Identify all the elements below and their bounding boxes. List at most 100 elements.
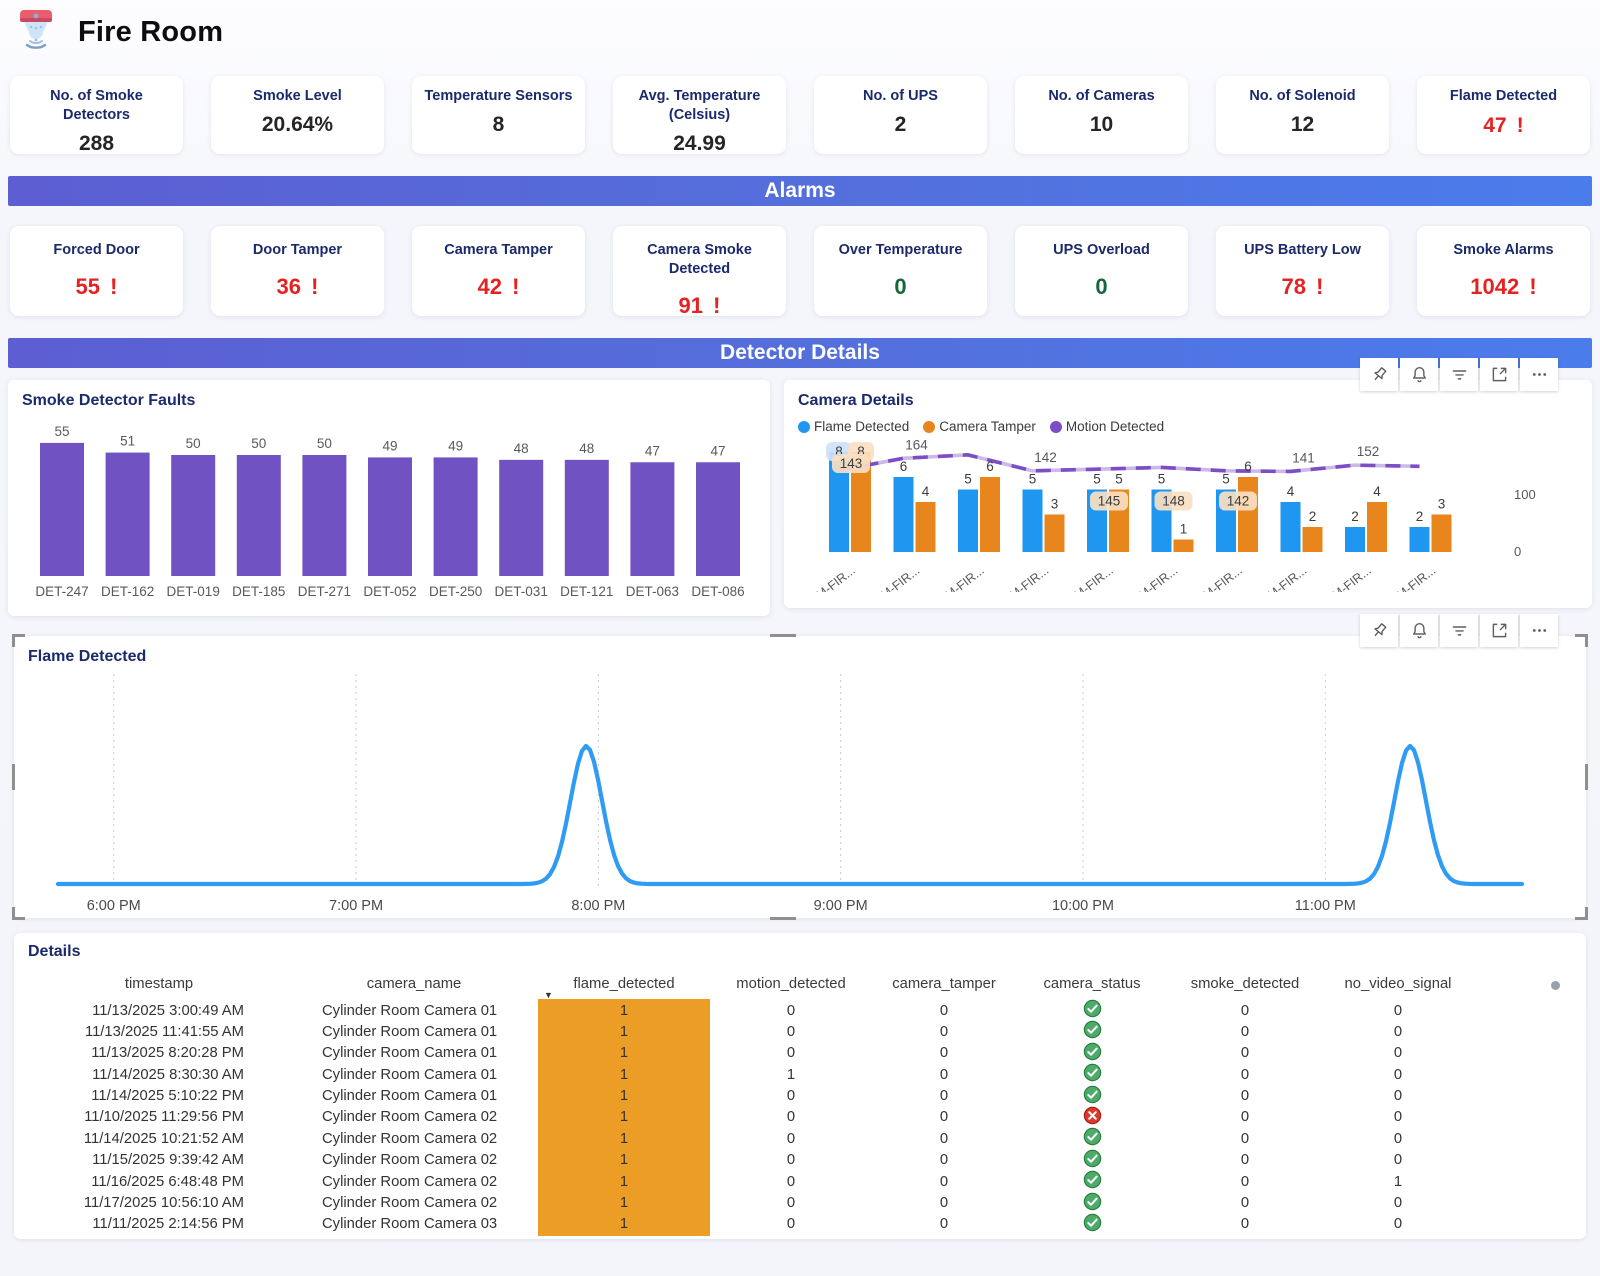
smoke-bar-DET-271[interactable]	[302, 455, 346, 576]
resize-handle[interactable]	[1585, 764, 1588, 790]
flame-detected-cell: 1	[538, 1085, 710, 1108]
tamper-bar[interactable]	[1045, 515, 1065, 553]
tamper-bar[interactable]	[1303, 527, 1323, 552]
alarm-card-2[interactable]: Camera Tamper42!	[412, 226, 585, 316]
resize-handle[interactable]	[12, 764, 15, 790]
table-row[interactable]: 11/16/2025 6:48:48 PMCylinder Room Camer…	[28, 1170, 1572, 1191]
resize-handle[interactable]	[1575, 907, 1588, 920]
smoke-bar-DET-162[interactable]	[106, 453, 150, 576]
camera-status-cell	[1016, 1149, 1168, 1172]
flame-line-chart: 6:00 PM7:00 PM8:00 PM9:00 PM10:00 PM11:0…	[28, 666, 1544, 914]
details-table-panel[interactable]: Details timestampcamera_nameflame_detect…	[14, 933, 1586, 1239]
column-header-camera_status[interactable]: camera_status	[1016, 976, 1168, 992]
smoke_detected-cell: 0	[1168, 1216, 1322, 1232]
alerts-button[interactable]	[1400, 614, 1438, 647]
kpi-card-3[interactable]: Avg. Temperature (Celsius)24.99	[613, 76, 786, 154]
x-axis-tick: 8:00 PM	[571, 898, 625, 914]
flame-bar[interactable]	[1410, 527, 1430, 552]
column-header-timestamp[interactable]: timestamp	[28, 976, 290, 992]
table-row[interactable]: 11/14/2025 8:30:30 AMCylinder Room Camer…	[28, 1063, 1572, 1084]
alarm-value: 0	[814, 274, 987, 300]
kpi-card-4[interactable]: No. of UPS2	[814, 76, 987, 154]
flame-bar-label: 6	[900, 459, 908, 474]
smoke-bar-DET-019[interactable]	[171, 455, 215, 576]
alarm-card-6[interactable]: UPS Battery Low78!	[1216, 226, 1389, 316]
tamper-bar[interactable]	[1432, 515, 1452, 553]
flame-bar[interactable]	[1023, 490, 1043, 553]
table-row[interactable]: 11/13/2025 11:41:55 AMCylinder Room Came…	[28, 1020, 1572, 1041]
focus-mode-button[interactable]	[1480, 614, 1518, 647]
pin-button[interactable]	[1360, 358, 1398, 391]
resize-handle[interactable]	[770, 917, 796, 920]
kpi-card-2[interactable]: Temperature Sensors8	[412, 76, 585, 154]
resize-handle[interactable]	[12, 907, 25, 920]
table-row[interactable]: 11/10/2025 11:29:56 PMCylinder Room Came…	[28, 1106, 1572, 1127]
resize-handle[interactable]	[1575, 634, 1588, 647]
alerts-button[interactable]	[1400, 358, 1438, 391]
column-header-smoke_detected[interactable]: smoke_detected	[1168, 976, 1322, 992]
column-header-camera_name[interactable]: camera_name	[290, 976, 538, 992]
smoke-bar-DET-086[interactable]	[696, 462, 740, 576]
flame-detected-chart[interactable]: Flame Detected 6:00 PM7:00 PM8:00 PM9:00…	[14, 636, 1586, 918]
alarm-card-7[interactable]: Smoke Alarms1042!	[1417, 226, 1590, 316]
column-header-flame_detected[interactable]: flame_detected▼	[538, 976, 710, 992]
tamper-bar[interactable]	[1174, 540, 1194, 553]
smoke-bar-DET-185[interactable]	[237, 455, 281, 576]
camera_name-cell: Cylinder Room Camera 02	[290, 1195, 538, 1211]
tamper-bar[interactable]	[980, 477, 1000, 552]
table-row[interactable]: 11/11/2025 2:14:56 PMCylinder Room Camer…	[28, 1213, 1572, 1234]
smoke-bar-DET-247[interactable]	[40, 443, 84, 576]
flame-bar[interactable]	[958, 490, 978, 553]
kpi-card-0[interactable]: No. of Smoke Detectors288	[10, 76, 183, 154]
flame-bar[interactable]	[1345, 527, 1365, 552]
resize-handle[interactable]	[12, 634, 25, 647]
filter-button[interactable]	[1440, 614, 1478, 647]
focus-mode-button[interactable]	[1480, 358, 1518, 391]
column-header-no_video_signal[interactable]: no_video_signal	[1322, 976, 1474, 992]
more-options-button[interactable]	[1520, 614, 1558, 647]
resize-handle[interactable]	[770, 634, 796, 637]
kpi-card-7[interactable]: Flame Detected47!	[1417, 76, 1590, 154]
alarm-card-3[interactable]: Camera Smoke Detected91!	[613, 226, 786, 316]
scrollbar-dot[interactable]	[1551, 981, 1560, 990]
more-options-button[interactable]	[1520, 358, 1558, 391]
alarm-card-5[interactable]: UPS Overload0	[1015, 226, 1188, 316]
legend-item-flame-detected[interactable]: Flame Detected	[798, 419, 909, 434]
flame-bar[interactable]	[894, 477, 914, 552]
table-row[interactable]: 11/14/2025 5:10:22 PMCylinder Room Camer…	[28, 1085, 1572, 1106]
tamper-bar[interactable]	[1238, 477, 1258, 552]
table-row[interactable]: 11/14/2025 10:21:52 AMCylinder Room Came…	[28, 1127, 1572, 1148]
flame-detected-line[interactable]	[58, 746, 1522, 884]
camera-details-chart[interactable]: Camera Details Flame DetectedCamera Tamp…	[784, 380, 1592, 608]
smoke-bar-DET-052[interactable]	[368, 457, 412, 576]
column-header-motion_detected[interactable]: motion_detected	[710, 976, 872, 992]
alert-exclamation-icon: !	[1316, 274, 1323, 299]
smoke-bar-DET-250[interactable]	[434, 457, 478, 576]
pin-button[interactable]	[1360, 614, 1398, 647]
alarm-card-4[interactable]: Over Temperature0	[814, 226, 987, 316]
alarm-card-1[interactable]: Door Tamper36!	[211, 226, 384, 316]
kpi-label: No. of Solenoid	[1216, 87, 1389, 106]
camera_tamper-cell: 0	[872, 1109, 1016, 1125]
kpi-card-5[interactable]: No. of Cameras10	[1015, 76, 1188, 154]
kpi-card-1[interactable]: Smoke Level20.64%	[211, 76, 384, 154]
filter-button[interactable]	[1440, 358, 1478, 391]
smoke-bar-DET-063[interactable]	[630, 462, 674, 576]
table-row[interactable]: 11/13/2025 3:00:49 AMCylinder Room Camer…	[28, 999, 1572, 1020]
alarm-card-0[interactable]: Forced Door55!	[10, 226, 183, 316]
flame-bar[interactable]	[1281, 502, 1301, 552]
table-row[interactable]: 11/15/2025 9:39:42 AMCylinder Room Camer…	[28, 1149, 1572, 1170]
legend-item-motion-detected[interactable]: Motion Detected	[1050, 419, 1164, 434]
tamper-bar[interactable]	[916, 502, 936, 552]
tamper-bar[interactable]	[1367, 502, 1387, 552]
motion-point-label: 148	[1162, 494, 1185, 509]
smoke-bar-DET-031[interactable]	[499, 460, 543, 576]
smoke-bar-DET-121[interactable]	[565, 460, 609, 576]
table-row[interactable]: 11/13/2025 8:20:28 PMCylinder Room Camer…	[28, 1042, 1572, 1063]
bar-category-label: DET-086	[691, 584, 744, 599]
legend-item-camera-tamper[interactable]: Camera Tamper	[923, 419, 1036, 434]
table-row[interactable]: 11/17/2025 10:56:10 AMCylinder Room Came…	[28, 1192, 1572, 1213]
column-header-camera_tamper[interactable]: camera_tamper	[872, 976, 1016, 992]
smoke-detector-faults-chart[interactable]: Smoke Detector Faults 55DET-24751DET-162…	[8, 380, 770, 616]
kpi-card-6[interactable]: No. of Solenoid12	[1216, 76, 1389, 154]
